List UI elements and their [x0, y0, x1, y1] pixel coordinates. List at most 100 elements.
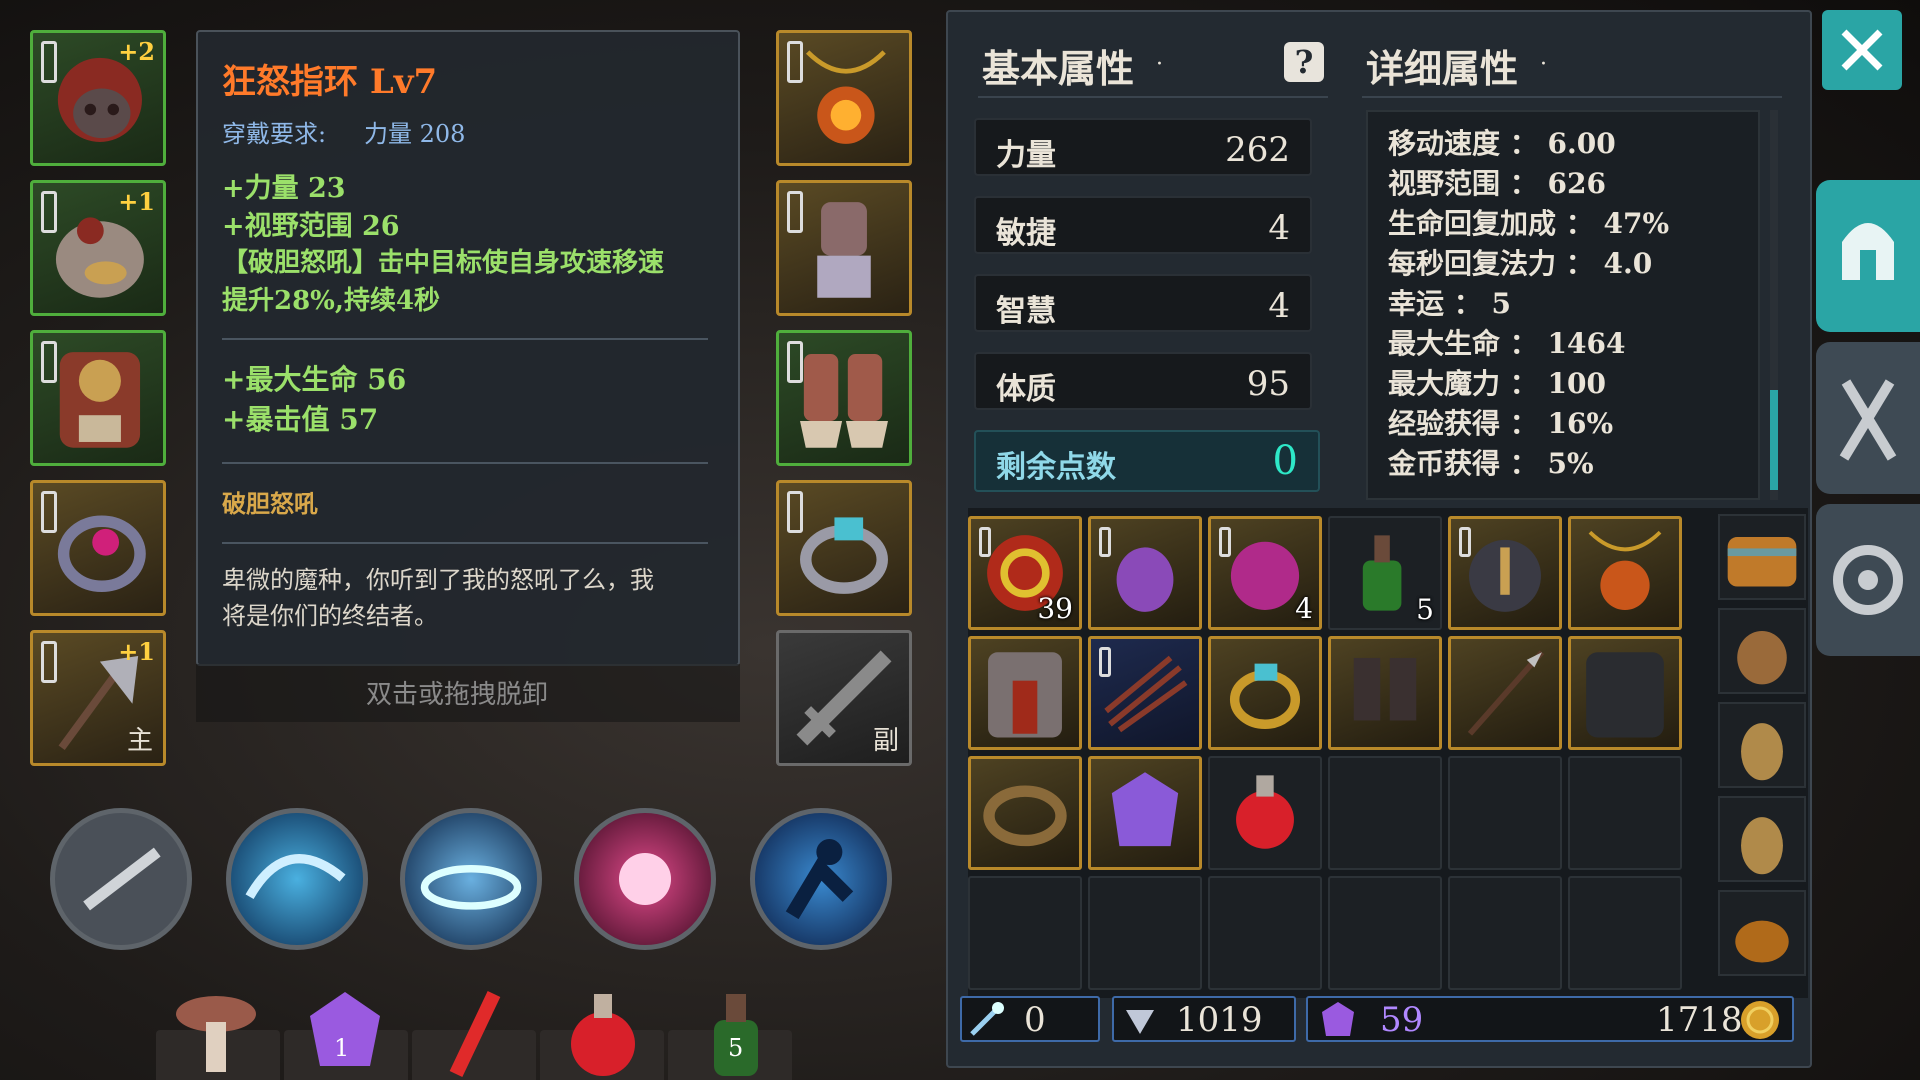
skill-basic-attack[interactable] [50, 808, 192, 950]
attribute-panel: 基本属性 · ? 详细属性 · 力量 262 敏捷 4 智慧 4 体质 95 剩… [946, 10, 1812, 1068]
enhance-level: +1 [118, 637, 155, 666]
inventory-slot-empty[interactable] [1568, 756, 1682, 870]
inventory-slot[interactable] [1568, 516, 1682, 630]
lock-icon [787, 191, 803, 233]
divider [222, 338, 708, 340]
detail-max-mana: 最大魔力 ： 100 [1388, 367, 1606, 400]
stat-name: 智慧 [996, 294, 1056, 329]
inventory-slot-empty[interactable] [1088, 876, 1202, 990]
scrollbar-thumb[interactable] [1770, 390, 1778, 490]
inventory-slot[interactable] [1208, 636, 1322, 750]
bag-slot-2[interactable] [1718, 608, 1806, 694]
ring-icon [1229, 663, 1301, 729]
equip-slot-necklace[interactable] [776, 30, 912, 166]
close-button[interactable] [1822, 10, 1902, 90]
lock-icon [41, 341, 57, 383]
whirlwind-icon [420, 865, 522, 910]
bag-slot-4[interactable] [1718, 796, 1806, 882]
inventory-slot[interactable] [1088, 516, 1202, 630]
inventory-slot-empty[interactable] [1328, 756, 1442, 870]
stat-name: 敏捷 [996, 216, 1056, 251]
lock-icon [1099, 527, 1111, 557]
equip-slot-chest[interactable]: +1 [30, 180, 166, 316]
equip-slot-legs[interactable] [30, 330, 166, 466]
tab-settings[interactable] [1816, 504, 1920, 656]
skill-dash[interactable] [750, 808, 892, 950]
bag-slot-1[interactable] [1718, 514, 1806, 600]
dot-icon: · [1540, 52, 1547, 77]
mushroom-icon [176, 996, 256, 1072]
chest-bag-icon [1727, 536, 1797, 587]
inventory-slot-empty[interactable] [1448, 876, 1562, 990]
health-potion-icon [571, 994, 635, 1076]
pouch-icon [1735, 920, 1789, 963]
chainmail-icon [1586, 652, 1664, 738]
inventory-slot[interactable]: 4 [1208, 516, 1322, 630]
equip-slot-ring-2[interactable] [776, 480, 912, 616]
skill-wave[interactable] [226, 808, 368, 950]
skill-name: 破胆怒吼 [222, 489, 318, 518]
lock-icon [1219, 527, 1231, 557]
inventory-slot[interactable]: 5 [1328, 516, 1442, 630]
bag-icon [1741, 817, 1783, 875]
inventory-slot-empty[interactable] [1208, 876, 1322, 990]
tab-equipment[interactable] [1816, 180, 1920, 332]
gear-icon [1833, 545, 1903, 615]
detail-scrollbar[interactable] [1770, 110, 1778, 500]
health-potion-icon [1236, 775, 1294, 849]
equip-slot-main-weapon[interactable]: +1 主 [30, 630, 166, 766]
inventory-slot-empty[interactable] [968, 876, 1082, 990]
lock-icon [787, 491, 803, 533]
gem-count: 1 [334, 1034, 350, 1062]
help-icon[interactable]: ? [1284, 42, 1324, 82]
tab-skills[interactable] [1816, 342, 1920, 494]
equip-slot-ring[interactable] [30, 480, 166, 616]
unequip-hint-bar: 双击或拖拽脱卸 [196, 664, 740, 722]
inventory-slot[interactable] [968, 756, 1082, 870]
remaining-points-row: 剩余点数 0 [974, 430, 1320, 492]
lock-icon [1099, 647, 1111, 677]
equip-slot-offhand[interactable]: 副 [776, 630, 912, 766]
stat-value: 4 [1268, 286, 1290, 326]
bag-slot-3[interactable] [1718, 702, 1806, 788]
gold-coin-icon [1741, 1001, 1779, 1039]
dash-icon [785, 839, 854, 920]
equip-slot-gloves[interactable] [776, 180, 912, 316]
gem-gold-currency: 59 1718 [1306, 996, 1794, 1042]
skill-whirl[interactable] [400, 808, 542, 950]
inventory-slot[interactable] [1448, 636, 1562, 750]
item-count: 39 [1037, 592, 1073, 625]
inventory-slot[interactable]: 39 [968, 516, 1082, 630]
skill-roar[interactable] [574, 808, 716, 950]
stat-row-wisdom: 智慧 4 [974, 274, 1312, 332]
stat-value: 262 [1225, 130, 1290, 170]
inventory-slot[interactable] [1448, 516, 1562, 630]
wave-icon [245, 854, 346, 900]
item-count: 4 [1295, 592, 1313, 625]
bag-icon [1741, 723, 1783, 781]
equip-slot-helmet[interactable]: +2 [30, 30, 166, 166]
divider [1362, 96, 1782, 98]
red-vial-icon [449, 990, 501, 1078]
divider [222, 542, 708, 544]
offhand-label: 副 [872, 726, 899, 756]
inventory-slot-empty[interactable] [1568, 876, 1682, 990]
necklace-icon [1588, 530, 1662, 610]
inventory-slot[interactable] [1088, 756, 1202, 870]
inventory-slot[interactable] [1208, 756, 1322, 870]
stat-row-constitution: 体质 95 [974, 352, 1312, 410]
inventory-grid: 39 4 5 [968, 508, 1808, 998]
bag-slot-5[interactable] [1718, 890, 1806, 976]
skill-effect-line2: 提升28%,持续4秒 [222, 286, 441, 316]
inventory-slot[interactable] [1568, 636, 1682, 750]
lock-icon [41, 491, 57, 533]
inventory-slot[interactable] [1328, 636, 1442, 750]
detailed-stats-box: 移动速度 ： 6.00 视野范围 ： 626 生命回复加成 ： 47% 每秒回复… [1366, 110, 1760, 500]
inventory-slot[interactable] [1088, 636, 1202, 750]
inventory-slot[interactable] [968, 636, 1082, 750]
equip-slot-boots[interactable] [776, 330, 912, 466]
inventory-slot-empty[interactable] [1328, 876, 1442, 990]
bag-icon [1737, 630, 1787, 685]
lock-icon [41, 641, 57, 683]
inventory-slot-empty[interactable] [1448, 756, 1562, 870]
